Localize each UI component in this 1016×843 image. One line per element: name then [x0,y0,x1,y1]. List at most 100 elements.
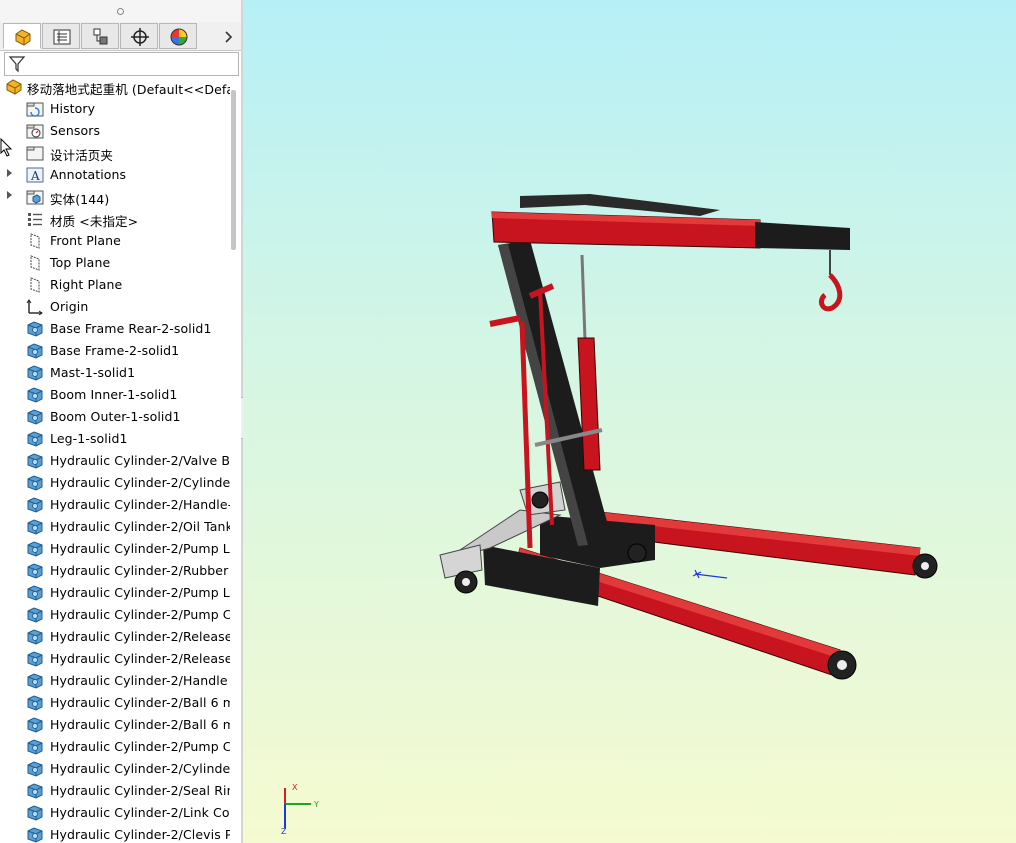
tree-item-sensors[interactable]: Sensors [0,120,230,142]
propertymanager-icon [53,29,71,45]
tree-item-hydraulic-cylinder-2-handle-1[interactable]: Hydraulic Cylinder-2/Handle-1 [0,494,230,516]
tree-item-label: Hydraulic Cylinder-2/Clevis Pir [50,827,230,842]
tree-item-label: Hydraulic Cylinder-2/Release S [50,651,230,666]
body-icon [26,804,44,822]
body-icon [26,760,44,778]
tree-item-hydraulic-cylinder-2-valve-blc[interactable]: Hydraulic Cylinder-2/Valve Blc [0,450,230,472]
tree-item-label: Hydraulic Cylinder-2/Pump Cy [50,607,230,622]
body-icon [26,364,44,382]
body-icon [26,540,44,558]
tree-root-part[interactable]: 移动落地式起重机 (Default<<Defau [0,76,230,98]
material-icon [26,210,44,228]
panel-grip[interactable] [0,0,241,22]
body-icon [26,320,44,338]
more-tabs-button[interactable] [218,24,240,50]
display-manager-tab[interactable] [159,23,197,49]
body-icon [26,342,44,360]
triad-z-label: Z [281,827,287,834]
tree-item-hydraulic-cylinder-2-handle-s[interactable]: Hydraulic Cylinder-2/Handle S [0,670,230,692]
tree-item-label: Right Plane [50,277,123,292]
graphics-viewport[interactable]: X Y Z [243,0,1016,843]
expand-arrow-icon[interactable] [7,169,12,177]
tree-item-top-plane[interactable]: Top Plane [0,252,230,274]
body-icon [26,452,44,470]
tree-item-annotations[interactable]: A Annotations [0,164,230,186]
tree-item-hydraulic-cylinder-2-release-s[interactable]: Hydraulic Cylinder-2/Release S [0,626,230,648]
tree-root-label: 移动落地式起重机 (Default<<Defau [27,82,230,97]
tree-item-history[interactable]: History [0,98,230,120]
filter-icon [8,56,26,73]
body-icon [26,716,44,734]
tree-item-leg-1-solid1[interactable]: Leg-1-solid1 [0,428,230,450]
body-icon [26,584,44,602]
part-icon [5,78,23,96]
tree-item-hydraulic-cylinder-2-cylinder[interactable]: Hydraulic Cylinder-2/Cylinder- [0,472,230,494]
tree-item-item[interactable]: 材质 <未指定> [0,208,230,230]
dimxpert-manager-tab[interactable] [120,23,158,49]
tree-item-hydraulic-cylinder-2-ball-6-mr[interactable]: Hydraulic Cylinder-2/Ball 6 mr [0,692,230,714]
tree-item-base-frame-2-solid1[interactable]: Base Frame-2-solid1 [0,340,230,362]
tree-item-label: Hydraulic Cylinder-2/Seal Ring [50,783,230,798]
body-icon [26,430,44,448]
tree-item-144[interactable]: 实体(144) [0,186,230,208]
tree-item-hydraulic-cylinder-2-oil-tank[interactable]: Hydraulic Cylinder-2/Oil Tank- [0,516,230,538]
tree-item-hydraulic-cylinder-2-pump-cy[interactable]: Hydraulic Cylinder-2/Pump Cy [0,736,230,758]
plane-icon [26,276,44,294]
tree-item-mast-1-solid1[interactable]: Mast-1-solid1 [0,362,230,384]
body-icon [26,474,44,492]
tree-scrollbar[interactable] [231,90,236,250]
tree-item-label: Hydraulic Cylinder-2/Ball 6 mr [50,717,230,732]
tree-item-origin[interactable]: Origin [0,296,230,318]
plane-icon [26,232,44,250]
tree-item-hydraulic-cylinder-2-pump-lin[interactable]: Hydraulic Cylinder-2/Pump Lin [0,582,230,604]
tree-item-front-plane[interactable]: Front Plane [0,230,230,252]
sensors-folder-icon [26,122,44,140]
shop-crane-model[interactable] [243,0,1016,843]
tree-item-hydraulic-cylinder-2-clevis-pir[interactable]: Hydraulic Cylinder-2/Clevis Pir [0,824,230,843]
tree-item-hydraulic-cylinder-2-rubber-c[interactable]: Hydraulic Cylinder-2/Rubber C [0,560,230,582]
tree-item-label: Hydraulic Cylinder-2/Valve Blc [50,453,230,468]
tree-item-label: Hydraulic Cylinder-2/Cylinder- [50,475,230,490]
mouse-pointer-icon [0,138,13,157]
tree-item-base-frame-rear-2-solid1[interactable]: Base Frame Rear-2-solid1 [0,318,230,340]
configuration-manager-tab[interactable] [81,23,119,49]
property-manager-tab[interactable] [42,23,80,49]
tree-item-hydraulic-cylinder-2-release-s[interactable]: Hydraulic Cylinder-2/Release S [0,648,230,670]
tree-item-label: Mast-1-solid1 [50,365,136,380]
tree-filter-input[interactable] [4,52,239,76]
coordinate-triad: X Y Z [281,784,319,834]
tree-item-label: Front Plane [50,233,121,248]
tree-item-hydraulic-cylinder-2-ball-6-mr[interactable]: Hydraulic Cylinder-2/Ball 6 mr [0,714,230,736]
feature-manager-tab[interactable] [3,23,41,49]
tree-item-right-plane[interactable]: Right Plane [0,274,230,296]
svg-text:A: A [30,169,40,183]
body-icon [26,826,44,843]
annotations-icon: A [26,166,44,184]
history-folder-icon [26,100,44,118]
origin-marker-icon [692,569,728,579]
plane-icon [26,254,44,272]
chevron-right-icon [225,31,233,43]
tree-item-label: 实体(144) [50,192,110,207]
tree-item-label: Hydraulic Cylinder-2/Handle-1 [50,497,230,512]
displaymanager-icon [170,28,188,46]
tree-item-hydraulic-cylinder-2-pump-cy[interactable]: Hydraulic Cylinder-2/Pump Cy [0,604,230,626]
configurationmanager-icon [93,28,108,45]
tree-item-boom-outer-1-solid1[interactable]: Boom Outer-1-solid1 [0,406,230,428]
tree-item-label: Hydraulic Cylinder-2/Ball 6 mr [50,695,230,710]
tree-item-label: Boom Outer-1-solid1 [50,409,181,424]
tree-item-label: Hydraulic Cylinder-2/Rubber C [50,563,230,578]
body-icon [26,672,44,690]
tree-item-label: Base Frame-2-solid1 [50,343,180,358]
expand-arrow-icon[interactable] [7,191,12,199]
tree-item-hydraulic-cylinder-2-link-conr[interactable]: Hydraulic Cylinder-2/Link Conr [0,802,230,824]
tree-item-label: Annotations [50,167,127,182]
tree-item-hydraulic-cylinder-2-seal-ring[interactable]: Hydraulic Cylinder-2/Seal Ring [0,780,230,802]
body-icon [26,650,44,668]
tree-item-item[interactable]: 设计活页夹 [0,142,230,164]
body-icon [26,408,44,426]
tree-item-label: 材质 <未指定> [50,214,139,229]
tree-item-boom-inner-1-solid1[interactable]: Boom Inner-1-solid1 [0,384,230,406]
tree-item-hydraulic-cylinder-2-cylinder[interactable]: Hydraulic Cylinder-2/Cylinder [0,758,230,780]
tree-item-hydraulic-cylinder-2-pump-lin[interactable]: Hydraulic Cylinder-2/Pump Lin [0,538,230,560]
